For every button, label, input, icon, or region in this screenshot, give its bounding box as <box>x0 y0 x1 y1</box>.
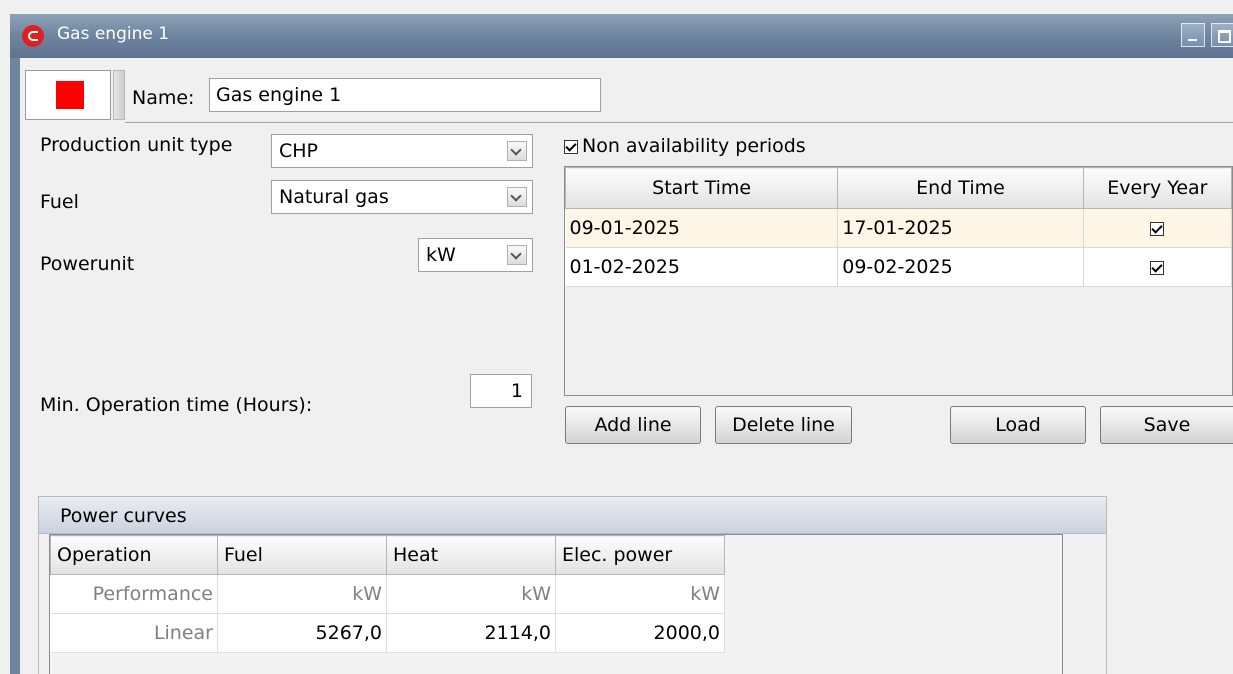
load-button[interactable]: Load <box>950 406 1086 444</box>
power-curves-header <box>39 497 1106 534</box>
operation-cell[interactable]: Linear <box>50 613 218 653</box>
production-unit-type-select[interactable]: CHP <box>271 134 533 168</box>
powerunit-value: kW <box>426 244 456 266</box>
gas-engine-window: Gas engine 1 Name: Gas engine 1 Producti… <box>0 0 1233 674</box>
column-header-start-time[interactable]: Start Time <box>565 167 839 209</box>
app-logo-icon <box>22 25 44 47</box>
column-header-elec-power[interactable]: Elec. power <box>555 535 725 575</box>
every-year-checkbox[interactable] <box>1150 260 1165 275</box>
column-header-fuel[interactable]: Fuel <box>217 535 387 575</box>
fuel-label: Fuel <box>40 191 79 213</box>
divider <box>125 122 1233 123</box>
end-time-cell[interactable]: 09-02-2025 <box>837 247 1084 287</box>
fuel-cell[interactable]: 5267,0 <box>217 613 387 653</box>
unit-color-picker[interactable] <box>25 70 111 120</box>
column-header-end-time[interactable]: End Time <box>837 167 1084 209</box>
elec-power-cell[interactable]: 2000,0 <box>555 613 725 653</box>
column-header-operation[interactable]: Operation <box>50 535 218 575</box>
start-time-cell[interactable]: 09-01-2025 <box>565 208 839 248</box>
units-row: Performance kW kW kW <box>50 574 725 614</box>
chevron-down-icon[interactable] <box>507 187 527 207</box>
window-title: Gas engine 1 <box>57 24 170 44</box>
non-availability-grid[interactable]: Start Time End Time Every Year 09-01-202… <box>564 166 1233 396</box>
save-button[interactable]: Save <box>1100 406 1233 444</box>
end-time-cell[interactable]: 17-01-2025 <box>837 208 1084 248</box>
operation-cell: Performance <box>50 574 218 614</box>
table-row[interactable]: Linear 5267,0 2114,0 2000,0 <box>50 613 725 653</box>
production-unit-type-value: CHP <box>279 140 319 162</box>
window-frame <box>10 58 20 674</box>
maximize-button[interactable] <box>1211 23 1233 47</box>
column-header-every-year[interactable]: Every Year <box>1082 167 1232 209</box>
start-time-cell[interactable]: 01-02-2025 <box>565 247 839 287</box>
fuel-value: Natural gas <box>279 186 389 208</box>
splitter-handle[interactable] <box>113 70 125 120</box>
delete-line-button[interactable]: Delete line <box>715 406 852 444</box>
table-row[interactable]: 01-02-2025 09-02-2025 <box>565 247 1232 287</box>
elec-unit-cell: kW <box>555 574 725 614</box>
heat-cell[interactable]: 2114,0 <box>386 613 556 653</box>
non-availability-label: Non availability periods <box>582 135 806 157</box>
column-header-heat[interactable]: Heat <box>386 535 556 575</box>
every-year-cell[interactable] <box>1083 247 1232 287</box>
every-year-checkbox[interactable] <box>1150 221 1165 236</box>
production-unit-type-label: Production unit type <box>40 134 233 156</box>
non-availability-toggle[interactable]: Non availability periods <box>564 135 806 157</box>
title-bar[interactable]: Gas engine 1 <box>10 14 1233 59</box>
power-curves-title: Power curves <box>60 505 187 527</box>
table-row[interactable]: 09-01-2025 17-01-2025 <box>565 208 1232 248</box>
chevron-down-icon[interactable] <box>507 245 527 265</box>
fuel-unit-cell: kW <box>217 574 387 614</box>
chevron-down-icon[interactable] <box>507 141 527 161</box>
powerunit-select[interactable]: kW <box>418 238 533 272</box>
non-availability-checkbox[interactable] <box>564 139 578 154</box>
minimize-button[interactable] <box>1181 23 1205 47</box>
min-operation-time-label: Min. Operation time (Hours): <box>40 394 313 416</box>
powerunit-label: Powerunit <box>40 253 135 275</box>
name-label: Name: <box>132 87 195 109</box>
fuel-select[interactable]: Natural gas <box>271 180 533 214</box>
heat-unit-cell: kW <box>386 574 556 614</box>
min-operation-time-input[interactable]: 1 <box>470 374 532 408</box>
power-curves-grid[interactable]: Operation Fuel Heat Elec. power Performa… <box>49 534 1063 674</box>
every-year-cell[interactable] <box>1083 208 1232 248</box>
unit-color-swatch <box>56 81 84 109</box>
add-line-button[interactable]: Add line <box>565 406 701 444</box>
name-input[interactable]: Gas engine 1 <box>209 78 601 112</box>
